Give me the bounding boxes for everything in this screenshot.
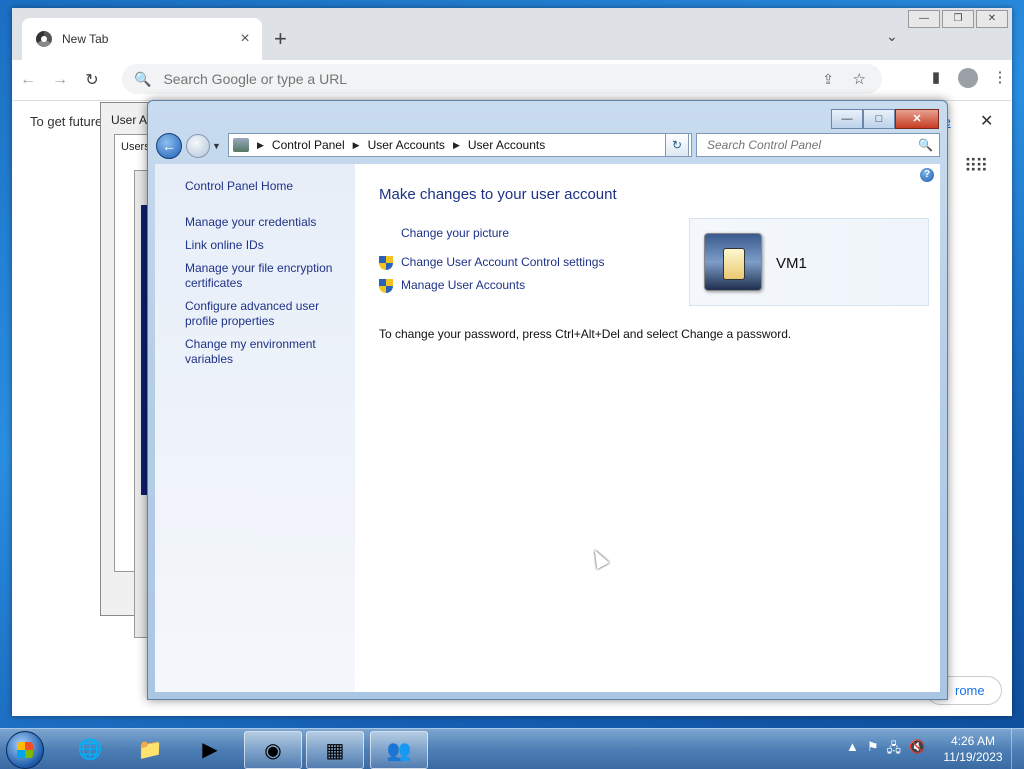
chrome-taskbar-icon[interactable]: ◉ [244,731,302,769]
clock-date: 11/19/2023 [943,750,1003,764]
media-player-icon[interactable]: ▶ [182,731,238,767]
chrome-toolbar: ← → ↻ 🔍 ⇪ ☆ ▮ ⋮ [12,60,1012,100]
cp-window-controls: — □ ✕ [831,109,939,129]
profile-avatar-icon[interactable] [958,68,978,88]
network-icon[interactable]: 🖧 [887,739,902,761]
uac-shield-icon [379,256,393,270]
share-icon[interactable]: ⇪ [822,71,834,88]
tab-title: New Tab [62,32,109,46]
taskbar-clock[interactable]: 4:26 AM 11/19/2023 [940,733,1006,765]
toolbar-right-group: ▮ ⋮ [924,68,1012,88]
users-tab-label: Users [121,141,150,153]
breadcrumb-user-accounts[interactable]: User Accounts [368,138,445,152]
restore-icon[interactable]: ❐ [942,10,974,28]
taskbar: 🌐 📁 ▶ ◉ ▦ 👥 ▲ ⚑ 🖧 🔇 4:26 AM 11/19/2023 [0,728,1024,769]
sidebar-item-control-panel-home[interactable]: Control Panel Home [185,179,345,194]
show-hidden-icons-chevron-icon[interactable]: ▲ [846,739,859,761]
user-accounts-taskbar-icon[interactable]: 👥 [370,731,428,769]
uac-shield-icon [379,279,393,293]
breadcrumb-user-accounts-current[interactable]: User Accounts [468,138,545,152]
sidebar-item-environment-variables[interactable]: Change my environment variables [185,337,345,367]
file-explorer-icon[interactable]: 📁 [122,731,178,767]
breadcrumb-separator-icon[interactable]: ▶ [353,140,360,151]
volume-muted-icon[interactable]: 🔇 [909,739,925,761]
apps-grid-icon[interactable]: ⠿⠿ [964,156,988,177]
back-arrow-icon[interactable]: ← [156,133,182,159]
close-icon[interactable]: ✕ [895,109,939,129]
tab-search-chevron-icon[interactable]: ⌄ [886,28,898,45]
user-picture[interactable] [704,233,762,291]
back-arrow-icon[interactable]: ← [12,71,44,89]
search-icon[interactable]: 🔍 [918,138,933,152]
menu-kebab-icon[interactable]: ⋮ [988,68,1012,88]
password-note: To change your password, press Ctrl+Alt+… [379,327,792,341]
sidebar-item-advanced-profile[interactable]: Configure advanced user profile properti… [185,299,345,329]
sidebar-item-manage-credentials[interactable]: Manage your credentials [185,215,345,230]
cp-content: Control Panel Home Manage your credentia… [155,164,940,692]
control-panel-icon [233,138,249,152]
reload-icon[interactable]: ↻ [76,70,108,90]
show-desktop-button[interactable] [1011,729,1024,769]
maximize-icon[interactable]: □ [863,109,895,129]
start-button[interactable] [6,731,44,769]
forward-arrow-icon[interactable]: → [44,71,76,89]
recent-pages-chevron-icon[interactable]: ▼ [212,141,221,151]
dialog-title: User A [111,113,148,127]
forward-arrow-icon[interactable] [186,134,210,158]
minimize-icon[interactable]: — [908,10,940,28]
close-icon[interactable]: ✕ [976,10,1008,28]
uac-settings-link[interactable]: Change User Account Control settings [401,255,604,269]
control-panel-taskbar-icon[interactable]: ▦ [306,731,364,769]
tab-new-tab[interactable]: New Tab × [22,18,262,60]
minimize-icon[interactable]: — [831,109,863,129]
cp-search-input[interactable] [705,137,909,153]
cp-sidebar: Control Panel Home Manage your credentia… [155,164,355,692]
tab-close-icon[interactable]: × [234,30,256,48]
search-icon: 🔍 [134,70,152,87]
windows-logo-icon [17,742,33,758]
lighthouse-image-icon [723,248,745,280]
breadcrumb-separator-icon[interactable]: ▶ [453,140,460,151]
omnibox[interactable]: 🔍 ⇪ ☆ [122,64,882,94]
cp-search-box[interactable]: 🔍 [696,133,940,157]
page-title: Make changes to your user account [379,186,617,203]
side-panel-icon[interactable]: ▮ [924,68,948,88]
infobar-close-icon[interactable]: ✕ [980,111,993,131]
sidebar-item-file-encryption[interactable]: Manage your file encryption certificates [185,261,345,291]
internet-explorer-icon[interactable]: 🌐 [62,731,118,767]
action-center-flag-icon[interactable]: ⚑ [867,739,879,761]
chrome-tab-bar: New Tab × + ⌄ — ❐ ✕ [12,8,1012,60]
cp-nav-buttons: ← ▼ [156,133,221,159]
control-panel-window: — □ ✕ ← ▼ ▶ Control Panel ▶ User Account… [147,100,948,700]
user-name: VM1 [776,255,807,272]
change-picture-link[interactable]: Change your picture [401,226,509,240]
breadcrumb-control-panel[interactable]: Control Panel [272,138,345,152]
system-tray: ▲ ⚑ 🖧 🔇 [846,739,925,761]
cp-main-pane: ? Make changes to your user account Chan… [355,164,940,692]
chrome-window-controls: — ❐ ✕ [908,10,1008,28]
refresh-icon[interactable]: ↻ [665,133,689,157]
manage-user-accounts-link[interactable]: Manage User Accounts [401,278,525,292]
user-account-card: VM1 [689,218,929,306]
chrome-favicon-icon [36,31,52,47]
clock-time: 4:26 AM [950,734,996,748]
help-icon[interactable]: ? [920,168,934,182]
omnibox-input[interactable] [161,70,806,88]
infobar-message: To get future [30,113,103,129]
breadcrumb-separator-icon[interactable]: ▶ [257,140,264,151]
bookmark-star-icon[interactable]: ☆ [853,70,866,88]
address-bar[interactable]: ▶ Control Panel ▶ User Accounts ▶ User A… [228,133,692,157]
new-tab-plus-icon[interactable]: + [274,26,287,52]
sidebar-item-link-online-ids[interactable]: Link online IDs [185,238,345,253]
